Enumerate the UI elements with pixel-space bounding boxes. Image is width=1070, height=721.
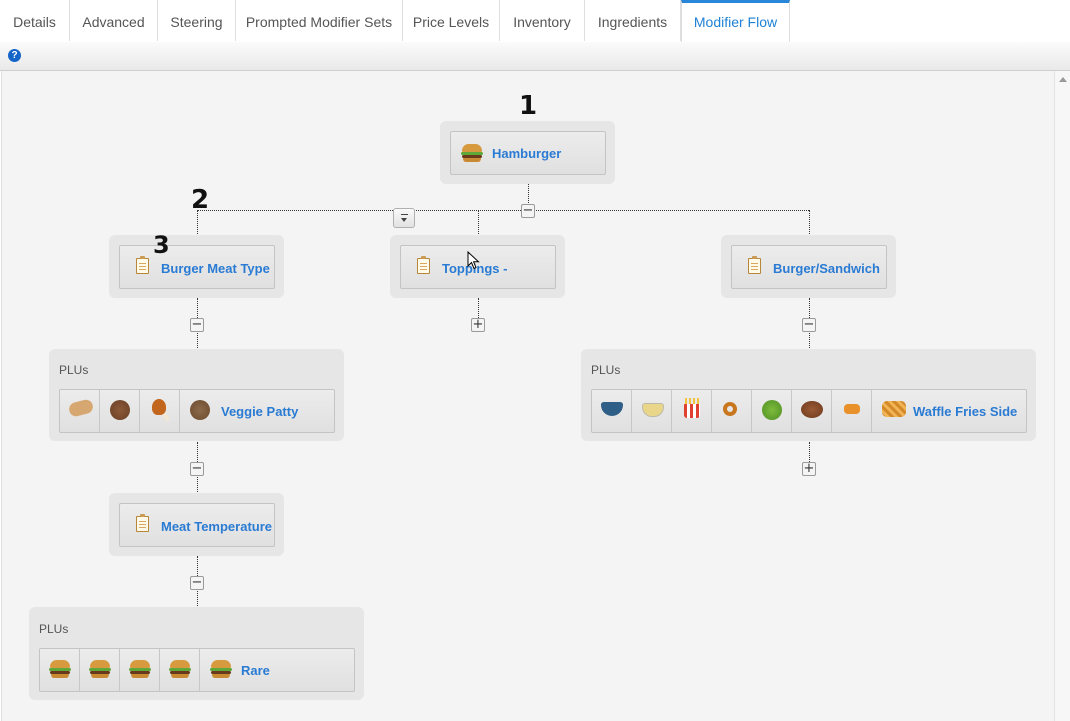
meat-temperature-label: Meat Temperature xyxy=(161,519,273,534)
plu-item[interactable] xyxy=(592,390,632,432)
plu-group-title: PLUs xyxy=(39,622,69,636)
collapse-meat-temperature-toggle[interactable]: − xyxy=(190,576,204,590)
veggie-patty-label: Veggie Patty xyxy=(221,404,299,419)
beef-patty-icon xyxy=(110,400,130,420)
tab-details[interactable]: Details xyxy=(0,0,70,41)
baked-potato-icon xyxy=(801,401,823,418)
connector xyxy=(809,442,810,462)
fries-icon xyxy=(684,404,700,418)
waffle-fries-icon xyxy=(882,401,906,417)
plu-item[interactable] xyxy=(160,649,200,691)
plu-item[interactable] xyxy=(752,390,792,432)
plu-group-panel: PLUs Waffle Fries Side xyxy=(581,349,1036,441)
plu-item[interactable] xyxy=(40,649,80,691)
plu-list: Rare xyxy=(39,648,355,692)
expand-plu-group-toggle[interactable]: + xyxy=(802,462,816,476)
tab-advanced[interactable]: Advanced xyxy=(70,0,158,41)
connector xyxy=(197,210,809,211)
connector xyxy=(478,210,479,236)
collapse-burger-meat-type-toggle[interactable]: − xyxy=(190,318,204,332)
marker-1: 1 xyxy=(519,91,538,121)
connector xyxy=(478,298,479,318)
onion-rings-icon xyxy=(723,402,737,416)
plu-item[interactable] xyxy=(100,390,140,432)
scroll-up-arrow-icon[interactable] xyxy=(1059,77,1067,82)
tab-inventory[interactable]: Inventory xyxy=(500,0,585,41)
plu-group-panel: PLUs Veggie Patty xyxy=(49,349,344,441)
meat-temperature-button[interactable]: Meat Temperature xyxy=(119,503,275,547)
tab-prompted-modifier-sets[interactable]: Prompted Modifier Sets xyxy=(236,0,403,41)
plu-item[interactable] xyxy=(792,390,832,432)
plu-item[interactable] xyxy=(832,390,872,432)
plu-item[interactable] xyxy=(80,649,120,691)
tab-bar: Details Advanced Steering Prompted Modif… xyxy=(0,0,1070,43)
soup-bowl-icon xyxy=(601,402,623,416)
plu-group-title: PLUs xyxy=(59,363,89,377)
help-icon[interactable]: ? xyxy=(8,49,21,62)
burger-icon xyxy=(129,660,151,678)
connector xyxy=(809,210,810,236)
marker-2: 2 xyxy=(191,185,210,215)
burger-icon xyxy=(89,660,111,678)
plu-group-panel: PLUs Rare xyxy=(29,607,364,700)
toolbar: ? xyxy=(0,42,1070,71)
hamburger-icon xyxy=(461,144,483,162)
burger-sandwich-label: Burger/Sandwich xyxy=(773,261,880,276)
clipboard-icon xyxy=(136,256,149,274)
clipboard-icon xyxy=(417,256,430,274)
plu-item-rare[interactable]: Rare xyxy=(200,649,356,691)
plu-item[interactable] xyxy=(672,390,712,432)
burger-icon xyxy=(169,660,191,678)
collapse-root-toggle[interactable]: − xyxy=(521,204,535,218)
clipboard-icon xyxy=(748,256,761,274)
collapse-plu-group-toggle[interactable]: − xyxy=(190,462,204,476)
root-item-panel: Hamburger xyxy=(440,121,615,184)
burger-icon xyxy=(49,660,71,678)
plu-group-title: PLUs xyxy=(591,363,621,377)
chicken-leg-bone xyxy=(162,412,170,422)
hamburger-button[interactable]: Hamburger xyxy=(450,131,606,175)
expand-toppings-toggle[interactable]: + xyxy=(471,318,485,332)
burger-sandwich-button[interactable]: Burger/Sandwich xyxy=(731,245,887,289)
tab-modifier-flow[interactable]: Modifier Flow xyxy=(681,0,790,42)
marker-3: 3 xyxy=(153,231,170,259)
modifier-set-panel: Burger/Sandwich xyxy=(721,235,896,298)
modifier-set-panel: Meat Temperature xyxy=(109,493,284,556)
burger-meat-type-label: Burger Meat Type xyxy=(161,261,270,276)
tab-steering[interactable]: Steering xyxy=(158,0,236,41)
vertical-scrollbar[interactable] xyxy=(1054,71,1070,721)
waffle-fries-side-label: Waffle Fries Side xyxy=(913,404,1018,419)
plu-item[interactable] xyxy=(60,390,100,432)
veggie-patty-icon xyxy=(190,400,210,420)
mouse-cursor-icon xyxy=(467,251,480,270)
burger-icon xyxy=(210,660,232,678)
plu-list: Veggie Patty xyxy=(59,389,335,433)
chicken-breast-icon xyxy=(67,398,95,418)
plu-list: Waffle Fries Side xyxy=(591,389,1027,433)
plu-item[interactable] xyxy=(120,649,160,691)
collapse-burger-sandwich-toggle[interactable]: − xyxy=(802,318,816,332)
clipboard-icon xyxy=(136,514,149,532)
plu-item[interactable] xyxy=(632,390,672,432)
plu-item-waffle-fries-side[interactable]: Waffle Fries Side xyxy=(872,390,1028,432)
tots-icon xyxy=(844,404,860,414)
modifier-set-panel: Burger Meat Type xyxy=(109,235,284,298)
plu-item-veggie-patty[interactable]: Veggie Patty xyxy=(180,390,336,432)
filter-button[interactable] xyxy=(393,208,415,228)
salad-icon xyxy=(762,400,782,420)
tab-price-levels[interactable]: Price Levels xyxy=(403,0,500,41)
burger-meat-type-button[interactable]: Burger Meat Type xyxy=(119,245,275,289)
rare-label: Rare xyxy=(241,663,270,678)
soup-cup-icon xyxy=(642,403,664,417)
modifier-flow-canvas: Hamburger − Burger Meat Type − Toppings … xyxy=(1,71,1055,721)
hamburger-label: Hamburger xyxy=(492,146,562,161)
plu-item[interactable] xyxy=(140,390,180,432)
plu-item[interactable] xyxy=(712,390,752,432)
tab-ingredients[interactable]: Ingredients xyxy=(585,0,681,41)
